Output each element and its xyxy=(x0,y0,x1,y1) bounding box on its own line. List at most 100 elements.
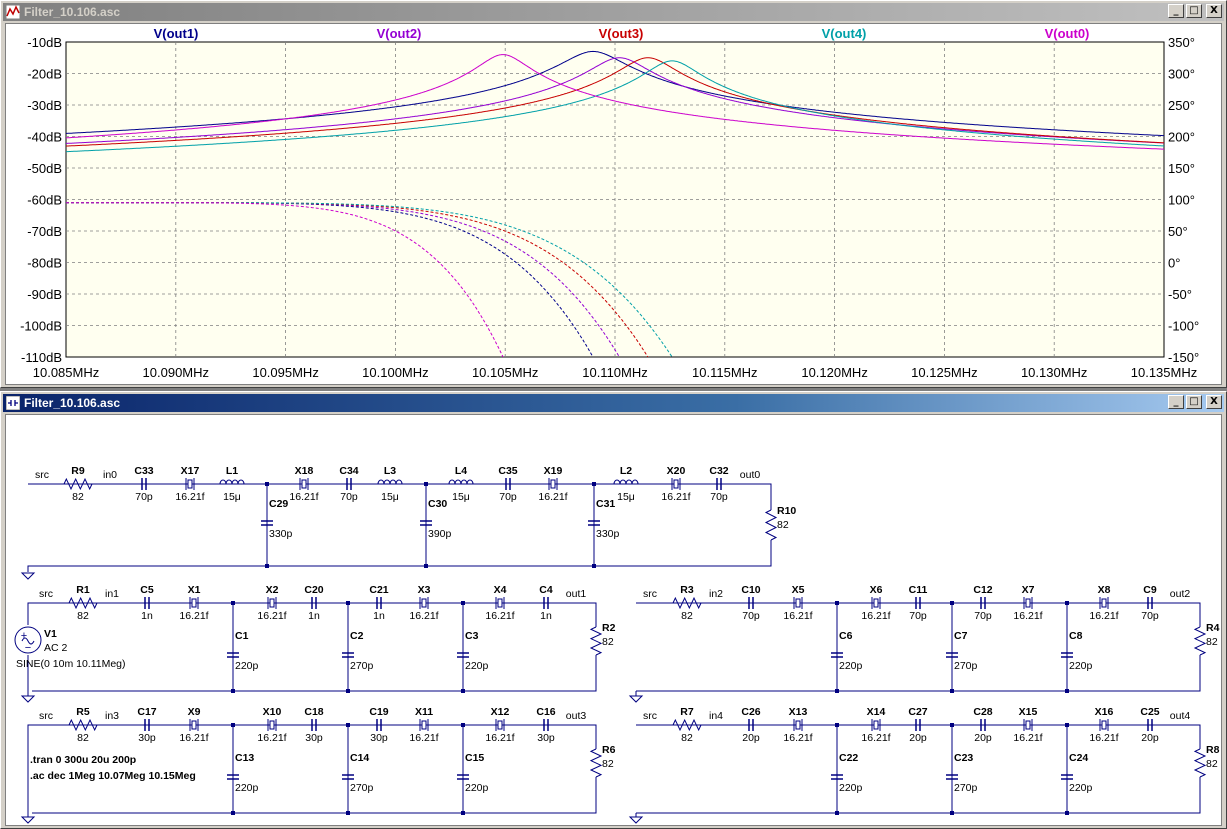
junction xyxy=(835,723,839,727)
y-left-tick-label: -50dB xyxy=(27,161,62,176)
junction xyxy=(835,601,839,605)
close-button[interactable]: X xyxy=(1206,4,1222,18)
junction xyxy=(265,482,269,486)
netlabel-out0: out0 xyxy=(740,469,761,481)
crystal-value: 16.21f xyxy=(783,732,812,744)
plot-window: Filter_10.106.asc _ □ X 10.085MHz 10.090M… xyxy=(0,0,1227,388)
capacitor-name: C26 xyxy=(741,706,760,718)
maximize-button[interactable]: □ xyxy=(1186,4,1202,18)
netlabel-output: out2 xyxy=(1170,588,1191,600)
minimize-button[interactable]: _ xyxy=(1168,395,1184,409)
inductor xyxy=(613,479,639,485)
crystal-name: X8 xyxy=(1098,584,1111,596)
crystal-name: X5 xyxy=(792,584,805,596)
crystal xyxy=(191,598,197,608)
capacitor-value: 330p xyxy=(596,528,620,540)
resistor xyxy=(68,718,98,732)
ground-symbol xyxy=(20,816,36,824)
close-button[interactable]: X xyxy=(1206,395,1222,409)
crystal xyxy=(873,720,879,730)
junction xyxy=(950,723,954,727)
netlabel-input: in2 xyxy=(709,588,723,600)
crystal xyxy=(497,598,503,608)
crystal-value: 16.21f xyxy=(179,610,208,622)
crystal-name: X4 xyxy=(494,584,507,596)
inductor-value: 15μ xyxy=(617,491,635,503)
capacitor-name: C35 xyxy=(498,465,517,477)
y-right-tick-label: 200° xyxy=(1168,130,1195,145)
junction xyxy=(461,689,465,693)
resistor xyxy=(672,596,702,610)
capacitor-value: 70p xyxy=(340,491,358,503)
capacitor-name: C2 xyxy=(350,630,364,642)
source-name: V1 xyxy=(44,628,57,640)
crystal-value: 16.21f xyxy=(485,610,514,622)
capacitor-value: 30p xyxy=(537,732,555,744)
netlabel-in0: in0 xyxy=(103,469,117,481)
crystal xyxy=(673,479,679,489)
capacitor-name: C4 xyxy=(539,584,553,596)
schematic-window-title: Filter_10.106.asc xyxy=(24,396,121,410)
capacitor-name: C24 xyxy=(1069,752,1088,764)
crystal-name: X12 xyxy=(491,706,510,718)
crystal-value: 16.21f xyxy=(783,610,812,622)
resistor-value: 82 xyxy=(777,519,789,531)
source-ac: AC 2 xyxy=(44,642,68,654)
crystal xyxy=(269,720,275,730)
schematic-pane[interactable]: src in0 out0 R9 82 C33 70p X17 16.21f L1 15μ C29 330… xyxy=(5,414,1222,826)
capacitor-name: C12 xyxy=(973,584,992,596)
crystal xyxy=(1101,598,1107,608)
schematic-canvas[interactable]: src in0 out0 R9 82 C33 70p X17 16.21f L1 15μ C29 330… xyxy=(6,415,1223,825)
capacitor-name: C1 xyxy=(235,630,249,642)
ground-symbol xyxy=(20,695,36,703)
capacitor-name: C34 xyxy=(339,465,358,477)
bode-plot[interactable]: 10.085MHz 10.090MHz 10.095MHz 10.100MHz 10.1… xyxy=(6,24,1223,384)
wire xyxy=(636,777,1201,814)
crystal xyxy=(421,720,427,730)
capacitor-name: C18 xyxy=(304,706,323,718)
resistor xyxy=(589,626,603,656)
capacitor-value: 70p xyxy=(135,491,153,503)
netlabel-input: in3 xyxy=(105,710,119,722)
junction xyxy=(461,601,465,605)
resistor-value: 82 xyxy=(681,732,693,744)
plot-titlebar[interactable]: Filter_10.106.asc _ □ X xyxy=(3,3,1224,21)
crystal-value: 16.21f xyxy=(1089,732,1118,744)
capacitor-value: 220p xyxy=(839,782,863,794)
ground-symbol xyxy=(628,695,644,703)
netlabel-input: in1 xyxy=(105,588,119,600)
schematic-titlebar[interactable]: Filter_10.106.asc _ □ X xyxy=(3,394,1224,412)
wire xyxy=(27,602,32,625)
capacitor-name: C19 xyxy=(369,706,388,718)
capacitor-name: C17 xyxy=(137,706,156,718)
capacitor-value: 270p xyxy=(350,660,374,672)
wire xyxy=(636,655,1201,692)
resistor-value: 82 xyxy=(602,758,614,770)
crystal-value: 16.21f xyxy=(409,610,438,622)
plus-icon: + xyxy=(21,630,27,642)
crystal-name: X20 xyxy=(667,465,686,477)
capacitor-name: C27 xyxy=(908,706,927,718)
crystal-value: 16.21f xyxy=(175,491,204,503)
capacitor-value: 330p xyxy=(269,528,293,540)
capacitor-name: C6 xyxy=(839,630,853,642)
crystal xyxy=(421,598,427,608)
junction xyxy=(461,811,465,815)
minimize-button[interactable]: _ xyxy=(1168,4,1184,18)
capacitor-value: 30p xyxy=(305,732,323,744)
resistor-name: R8 xyxy=(1206,744,1220,756)
wire xyxy=(27,540,772,572)
maximize-button[interactable]: □ xyxy=(1186,395,1202,409)
resistor-value: 82 xyxy=(77,610,89,622)
plot-pane[interactable]: 10.085MHz 10.090MHz 10.095MHz 10.100MHz 10.1… xyxy=(5,23,1222,385)
junction xyxy=(835,811,839,815)
crystal xyxy=(301,479,307,489)
crystal xyxy=(873,598,879,608)
resistor xyxy=(63,477,93,491)
capacitor-name: C15 xyxy=(465,752,484,764)
crystal-name: X17 xyxy=(181,465,200,477)
legend-entry-out0: V(out0) xyxy=(1045,26,1090,41)
junction xyxy=(1065,689,1069,693)
capacitor-name: C5 xyxy=(140,584,154,596)
resistor-name: R5 xyxy=(76,706,90,718)
